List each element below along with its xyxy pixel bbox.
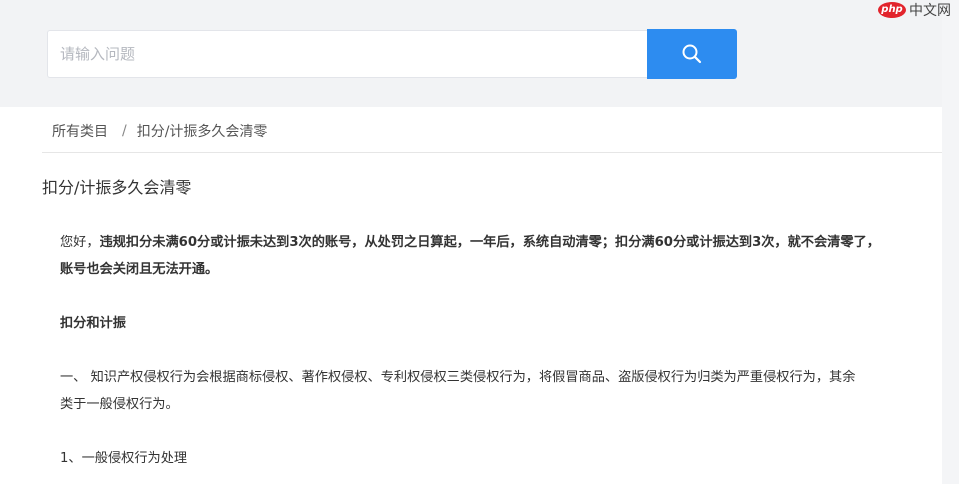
article-body: 您好，违规扣分未满60分或计振未达到3次的账号，从处罚之日算起，一年后，系统自动…: [60, 229, 959, 472]
article-paragraph: 类于一般侵权行为。: [60, 397, 179, 412]
search-icon: [682, 44, 702, 64]
greeting-text: 您好，: [60, 235, 100, 250]
divider: [42, 152, 942, 153]
breadcrumb-separator: /: [122, 123, 127, 139]
section-heading: 扣分和计振: [60, 316, 126, 331]
emphasis-text: 违规扣分未满60分或计振未达到3次的账号，从处罚之日算起，一年后，系统自动清零；…: [99, 235, 880, 250]
breadcrumb-root[interactable]: 所有类目: [52, 121, 108, 141]
search-button[interactable]: [647, 29, 737, 79]
list-item: 1、一般侵权行为处理: [60, 451, 188, 466]
breadcrumb-current: 扣分/计振多久会清零: [136, 124, 268, 140]
article-paragraph: 一、 知识产权侵权行为会根据商标侵权、著作权侵权、专利权侵权三类侵权行为，将假冒…: [60, 370, 856, 385]
php-logo-icon: php: [878, 2, 906, 18]
search-input[interactable]: [47, 30, 647, 78]
article-paragraph: 您好，违规扣分未满60分或计振未达到3次的账号，从处罚之日算起，一年后，系统自动…: [60, 229, 959, 256]
page-title: 扣分/计振多久会清零: [42, 178, 192, 197]
watermark-text: 中文网: [909, 3, 951, 19]
watermark: php 中文网: [878, 0, 951, 20]
emphasis-text: 账号也会关闭且无法开通。: [60, 262, 219, 277]
breadcrumb: 所有类目 / 扣分/计振多久会清零: [52, 120, 267, 142]
